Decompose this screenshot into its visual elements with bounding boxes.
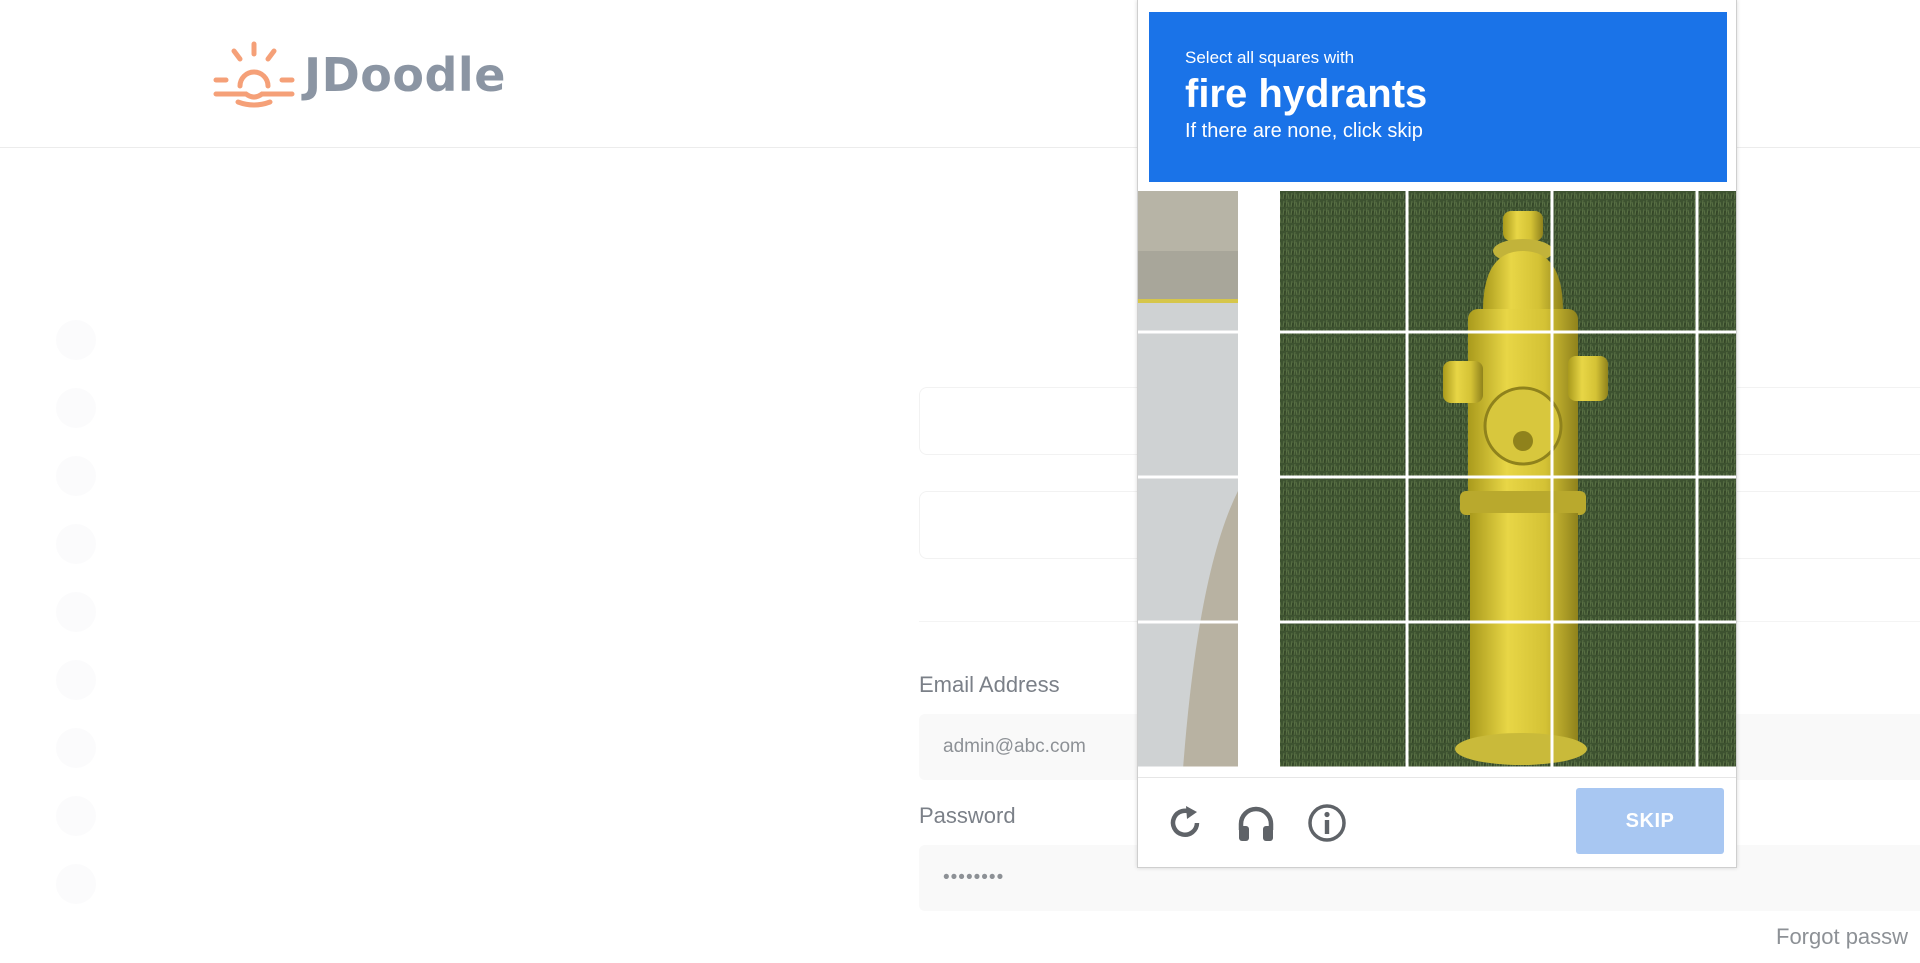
instruction-target: fire hydrants [1185,72,1428,116]
captcha-tile[interactable] [1553,191,1697,332]
faded-sidebar-item [56,592,96,632]
headphones-icon[interactable] [1235,802,1277,844]
captcha-tile[interactable] [1280,191,1407,332]
faded-sidebar-item [56,456,96,496]
faded-sidebar-item [56,728,96,768]
faded-sidebar-item [56,388,96,428]
captcha-tile[interactable] [1408,191,1552,332]
captcha-tile[interactable] [1138,191,1252,332]
info-icon[interactable] [1306,802,1348,844]
brand-name: JDoodle [304,48,506,102]
captcha-tile[interactable] [1138,623,1252,768]
captcha-instructions: Select all squares with fire hydrants If… [1149,12,1727,182]
captcha-tile[interactable] [1280,333,1407,477]
captcha-tile[interactable] [1138,478,1252,622]
captcha-tile[interactable] [1280,478,1407,622]
instruction-subtext: If there are none, click skip [1185,120,1423,142]
captcha-image [1138,191,1736,769]
captcha-tile[interactable] [1408,333,1552,477]
forgot-password-link[interactable]: Forgot passw [1776,924,1908,950]
captcha-footer: SKIP [1138,777,1736,867]
sun-logo-icon [213,41,295,108]
email-label: Email Address [919,672,1060,697]
captcha-tile[interactable] [1553,623,1697,768]
faded-sidebar-item [56,320,96,360]
skip-button[interactable]: SKIP [1576,788,1724,854]
captcha-tile[interactable] [1553,478,1697,622]
captcha-tile[interactable] [1280,623,1407,768]
reload-icon[interactable] [1164,802,1206,844]
captcha-tile[interactable] [1408,478,1552,622]
jdoodle-logo[interactable]: JDoodle [212,40,506,110]
recaptcha-challenge: Select all squares with fire hydrants If… [1137,0,1737,868]
captcha-image-grid [1138,191,1736,769]
faded-sidebar-item [56,660,96,700]
faded-sidebar-item [56,864,96,904]
password-label: Password [919,803,1016,828]
captcha-tile[interactable] [1408,623,1552,768]
captcha-tile[interactable] [1138,333,1252,477]
instruction-text: Select all squares with [1185,48,1355,67]
captcha-tile[interactable] [1553,333,1697,477]
faded-sidebar [48,320,108,960]
faded-sidebar-item [56,524,96,564]
faded-sidebar-item [56,796,96,836]
